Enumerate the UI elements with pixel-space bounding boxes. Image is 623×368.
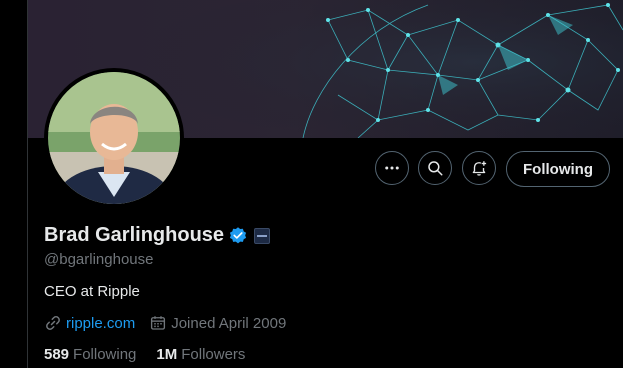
notifications-button[interactable] — [462, 151, 496, 185]
followers-stat[interactable]: 1M Followers — [156, 346, 245, 363]
search-profile-button[interactable] — [418, 151, 452, 185]
profile-meta-row: ripple.com Joined April 2009 — [44, 314, 286, 332]
search-icon — [428, 161, 443, 176]
joined-item: Joined April 2009 — [149, 314, 286, 332]
display-name: Brad Garlinghouse — [44, 224, 225, 246]
following-stat[interactable]: 589 Following — [44, 346, 136, 363]
bell-plus-icon — [472, 161, 487, 176]
profile-handle: @bgarlinghouse — [44, 251, 154, 268]
more-horizontal-icon — [385, 166, 399, 170]
followers-count: 1M — [156, 346, 178, 363]
affiliation-badge-icon[interactable] — [254, 227, 271, 244]
profile-avatar[interactable] — [44, 68, 184, 208]
joined-date: Joined April 2009 — [171, 314, 287, 332]
verified-badge-icon[interactable] — [228, 226, 248, 246]
website-item[interactable]: ripple.com — [44, 314, 135, 332]
link-icon — [46, 316, 60, 330]
website-link[interactable]: ripple.com — [66, 315, 135, 332]
followers-label: Followers — [181, 346, 246, 363]
following-button[interactable]: Following — [506, 151, 610, 187]
name-row: Brad Garlinghouse — [44, 224, 271, 247]
more-button[interactable] — [375, 151, 409, 185]
profile-stats: 589 Following 1M Followers — [44, 346, 245, 363]
profile-bio: CEO at Ripple — [44, 283, 140, 300]
following-label: Following — [73, 346, 137, 363]
following-count: 589 — [44, 346, 70, 363]
calendar-icon — [151, 316, 166, 330]
left-nav-rail — [0, 0, 28, 368]
avatar-photo — [48, 72, 180, 204]
